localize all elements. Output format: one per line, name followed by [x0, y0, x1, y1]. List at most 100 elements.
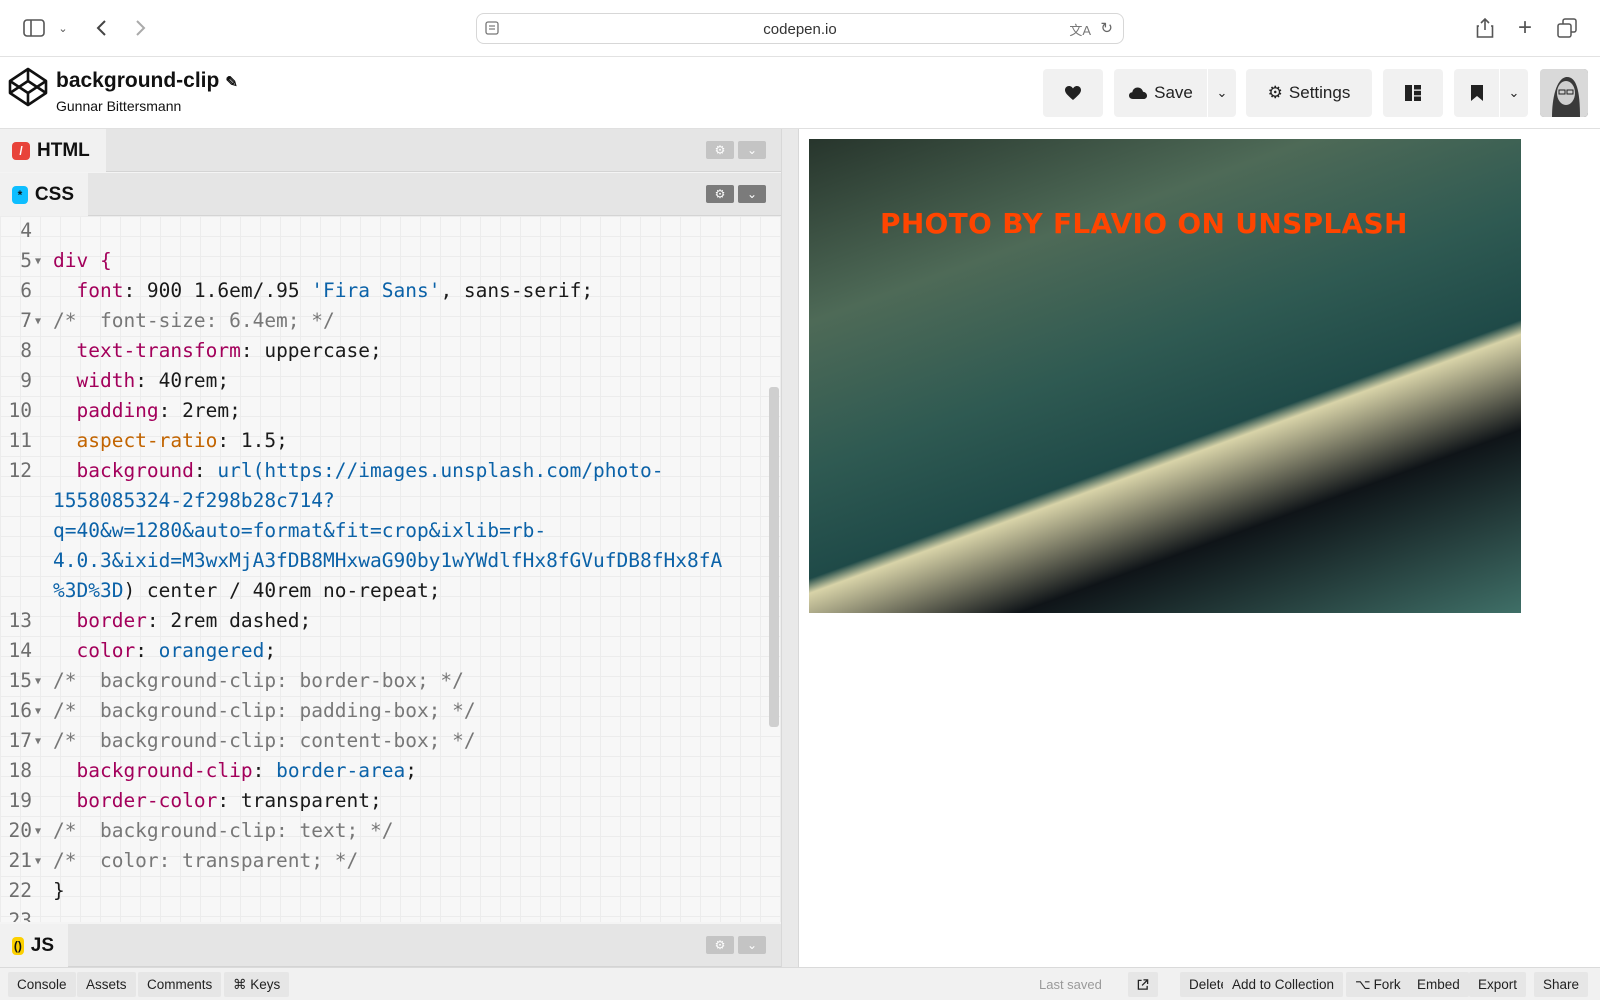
css-collapse-button[interactable]: ⌄	[738, 185, 766, 203]
css-icon: *	[12, 185, 28, 204]
code-token: : transparent;	[217, 789, 382, 812]
code-line[interactable]: background: url(https://images.unsplash.…	[53, 456, 663, 486]
comments-button[interactable]: Comments	[138, 972, 222, 997]
line-number: 20	[8, 819, 32, 842]
fold-toggle-icon[interactable]: ▼	[35, 847, 41, 877]
code-line[interactable]: /* background-clip: border-box; */	[53, 666, 464, 696]
fork-button[interactable]: ⌥ Fork	[1346, 972, 1410, 997]
like-button[interactable]	[1043, 69, 1103, 117]
console-button[interactable]: Console	[8, 972, 76, 997]
change-view-button[interactable]	[1383, 69, 1443, 117]
line-number: 23	[8, 909, 32, 922]
fork-icon: ⌥	[1355, 976, 1371, 992]
save-options-button[interactable]: ⌄	[1208, 69, 1236, 117]
fold-toggle-icon[interactable]: ▼	[35, 247, 41, 277]
code-line[interactable]: font: 900 1.6em/.95 'Fira Sans', sans-se…	[53, 276, 593, 306]
code-line[interactable]: /* background-clip: text; */	[53, 816, 393, 846]
translate-icon[interactable]: 文A	[1069, 20, 1091, 39]
forward-icon[interactable]	[130, 16, 152, 40]
reload-icon[interactable]: ↻	[1100, 19, 1113, 37]
pane-resize-handle[interactable]	[781, 129, 799, 967]
avatar-image	[1540, 69, 1588, 117]
css-pane-header[interactable]: * CSS ⚙ ⌄	[0, 173, 781, 216]
code-line[interactable]: q=40&w=1280&auto=format&fit=crop&ixlib=r…	[53, 516, 546, 546]
line-number: 13	[8, 609, 32, 632]
code-line[interactable]: padding: 2rem;	[53, 396, 240, 426]
css-code-editor[interactable]: 4 5 ▼ div {6 font: 900 1.6em/.95 'Fira Sans…	[0, 216, 781, 922]
code-token: border-area	[276, 759, 406, 782]
code-line[interactable]: width: 40rem;	[53, 366, 229, 396]
code-line[interactable]: text-transform: uppercase;	[53, 336, 381, 366]
fold-toggle-icon[interactable]: ▼	[35, 817, 41, 847]
bookmark-options-button[interactable]: ⌄	[1500, 69, 1528, 117]
tab-js[interactable]: () JS	[0, 924, 68, 967]
code-line[interactable]: color: orangered;	[53, 636, 276, 666]
code-line[interactable]: /* font-size: 6.4em; */	[53, 306, 335, 336]
code-line[interactable]: border: 2rem dashed;	[53, 606, 311, 636]
css-settings-button[interactable]: ⚙	[706, 185, 734, 203]
chevron-down-icon: ⌄	[1508, 85, 1520, 100]
assets-button[interactable]: Assets	[77, 972, 136, 997]
code-line[interactable]: /* background-clip: padding-box; */	[53, 696, 476, 726]
add-to-collection-button[interactable]: Add to Collection	[1223, 972, 1344, 997]
fork-label: Fork	[1373, 977, 1401, 992]
code-line[interactable]: aspect-ratio: 1.5;	[53, 426, 287, 456]
code-token: color	[53, 639, 136, 662]
sidebar-toggle-icon[interactable]	[22, 16, 46, 40]
code-token: /* background-clip: border-box; */	[53, 669, 464, 692]
js-pane-header[interactable]: () JS ⚙ ⌄	[0, 924, 781, 967]
avatar[interactable]	[1540, 69, 1588, 117]
pen-title[interactable]: background-clip ✎	[56, 69, 238, 93]
pen-author[interactable]: Gunnar Bittersmann	[56, 98, 181, 114]
code-line[interactable]: %3D%3D) center / 40rem no-repeat;	[53, 576, 440, 606]
chevron-down-icon[interactable]: ⌄	[56, 16, 70, 40]
code-line[interactable]: border-color: transparent;	[53, 786, 382, 816]
tab-html[interactable]: / HTML	[0, 129, 106, 172]
js-settings-button[interactable]: ⚙	[706, 936, 734, 954]
share-button[interactable]: Share	[1534, 972, 1589, 997]
html-collapse-button[interactable]: ⌄	[738, 141, 766, 159]
code-line[interactable]: background-clip: border-area;	[53, 756, 417, 786]
edit-pencil-icon[interactable]: ✎	[225, 74, 238, 91]
share-icon[interactable]	[1474, 16, 1496, 40]
settings-label: Settings	[1288, 83, 1351, 102]
code-line[interactable]: 4.0.3&ixid=M3wxMjA3fDB8MHxwaG90by1wYWdlf…	[53, 546, 722, 576]
tab-css[interactable]: * CSS	[0, 173, 88, 216]
fold-toggle-icon[interactable]: ▼	[35, 667, 41, 697]
address-bar[interactable]: codepen.io 文A ↻	[476, 13, 1124, 44]
embed-button[interactable]: Embed	[1408, 972, 1469, 997]
js-collapse-button[interactable]: ⌄	[738, 936, 766, 954]
back-icon[interactable]	[90, 16, 112, 40]
code-token: width	[53, 369, 136, 392]
tabs-overview-icon[interactable]	[1556, 16, 1578, 40]
code-token: orangered	[158, 639, 265, 662]
fold-toggle-icon[interactable]: ▼	[35, 697, 41, 727]
code-line[interactable]: /* background-clip: content-box; */	[53, 726, 476, 756]
chevron-down-icon: ⌄	[1216, 85, 1228, 100]
save-button[interactable]: Save	[1114, 69, 1207, 117]
fold-toggle-icon[interactable]: ▼	[35, 307, 41, 337]
keys-button[interactable]: ⌘ Keys	[224, 972, 290, 997]
bookmark-button[interactable]	[1454, 69, 1499, 117]
code-line[interactable]: /* color: transparent; */	[53, 846, 358, 876]
new-tab-icon[interactable]: +	[1514, 14, 1536, 41]
fold-toggle-icon[interactable]: ▼	[35, 727, 41, 757]
gear-icon: ⚙	[1267, 83, 1283, 102]
line-number: 18	[8, 759, 32, 782]
html-settings-button[interactable]: ⚙	[706, 141, 734, 159]
code-token: :	[252, 759, 277, 782]
editor-panel: / HTML ⚙ ⌄ * CSS ⚙ ⌄ 4 5 ▼ div {6 font: 900…	[0, 129, 781, 967]
result-preview[interactable]: PHOTO BY FLAVIO ON UNSPLASH	[799, 129, 1600, 967]
code-token: q=40&w=1280&auto=format&fit=crop&ixlib=r…	[53, 519, 547, 542]
settings-button[interactable]: ⚙ Settings	[1246, 69, 1372, 117]
code-line[interactable]: }	[53, 876, 65, 906]
codepen-logo-icon[interactable]	[8, 67, 48, 107]
code-line[interactable]: div {	[53, 246, 112, 276]
export-button[interactable]: Export	[1469, 972, 1527, 997]
html-pane-header[interactable]: / HTML ⚙ ⌄	[0, 129, 781, 172]
tab-html-label: HTML	[37, 139, 90, 161]
line-number: 14	[8, 639, 32, 662]
code-scrollbar[interactable]	[769, 387, 779, 727]
code-line[interactable]: 1558085324-2f298b28c714?	[53, 486, 335, 516]
open-external-button[interactable]	[1128, 972, 1158, 997]
